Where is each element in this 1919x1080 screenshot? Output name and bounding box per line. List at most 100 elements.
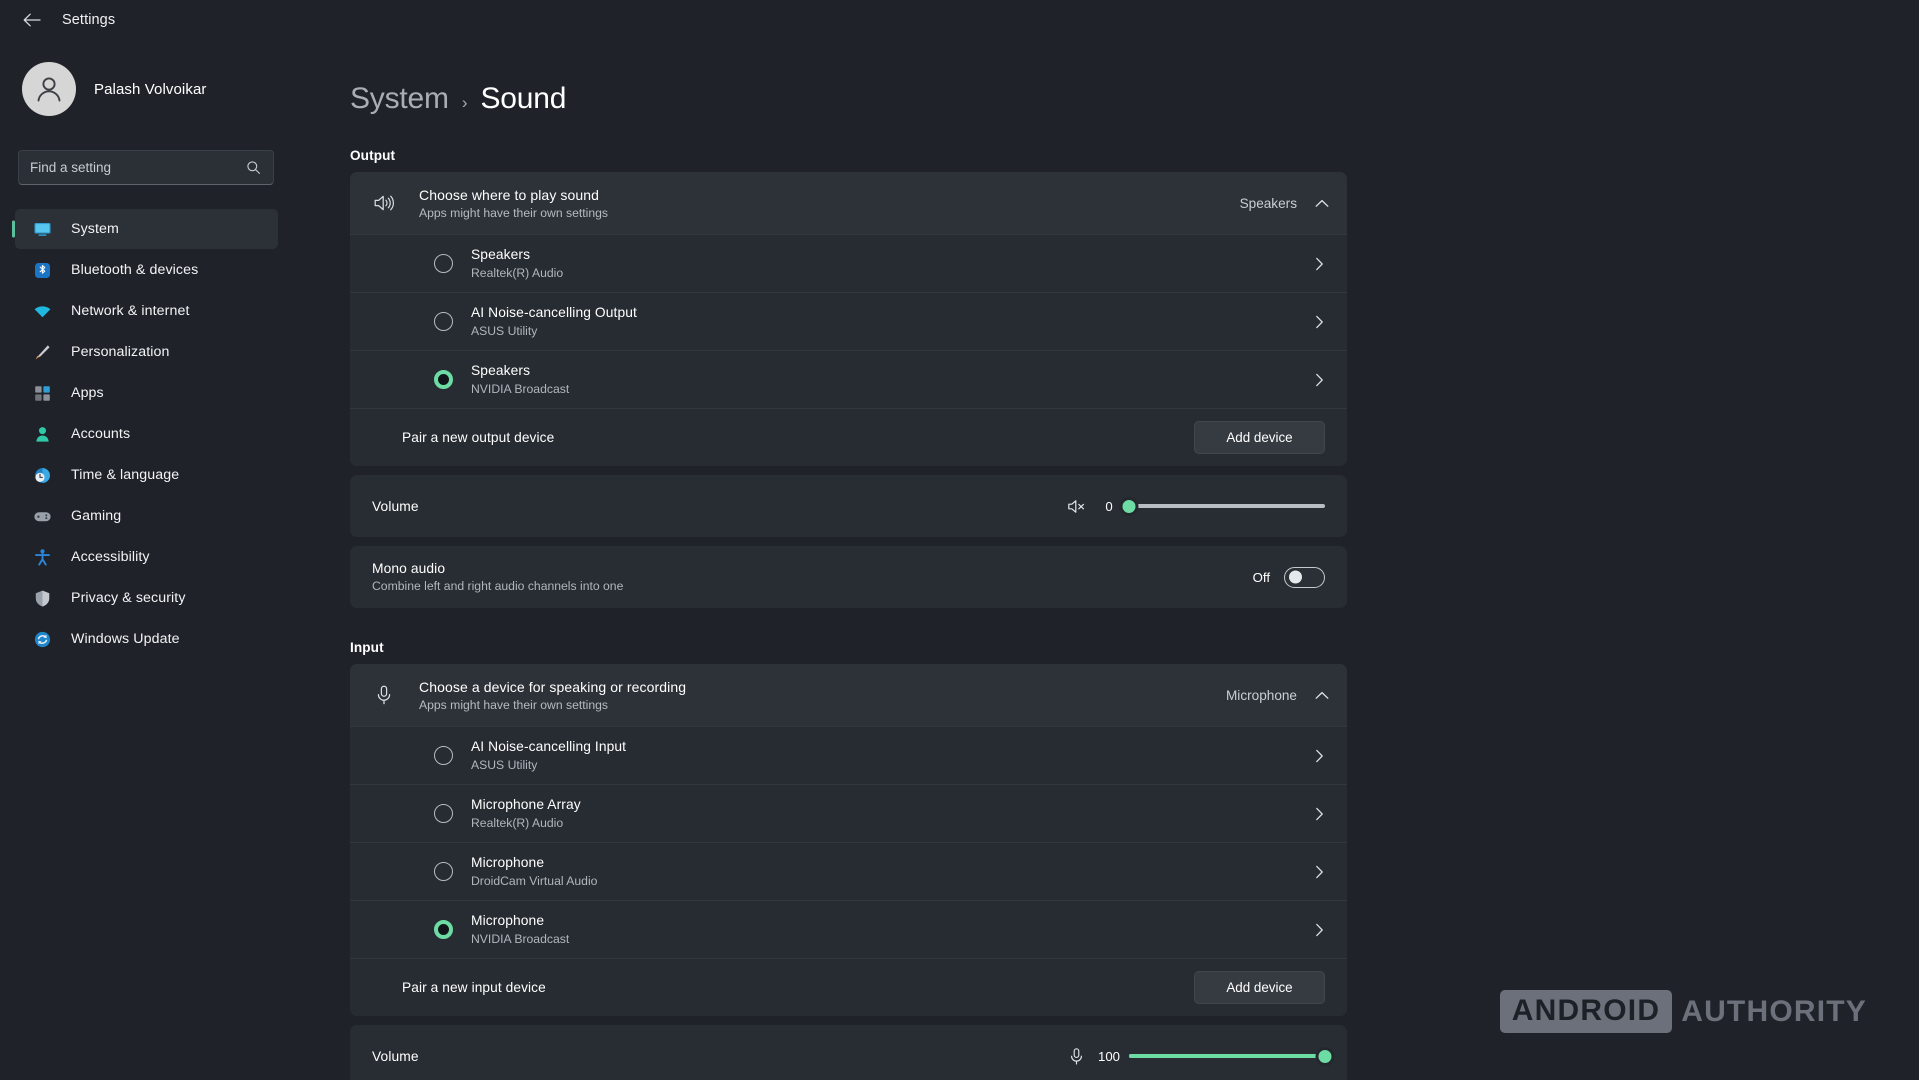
sidebar-item-label: Privacy & security: [71, 590, 186, 606]
pair-input-device-row: Pair a new input device Add device: [350, 958, 1347, 1016]
profile-name: Palash Volvoikar: [94, 81, 207, 98]
device-name: AI Noise-cancelling Input: [471, 738, 1309, 755]
slider-fill: [1129, 1054, 1325, 1058]
update-refresh-icon: [32, 629, 52, 649]
output-choose-subtitle: Apps might have their own settings: [419, 205, 1240, 221]
output-choose-title: Choose where to play sound: [419, 186, 1240, 204]
output-choose-row[interactable]: Choose where to play sound Apps might ha…: [350, 172, 1347, 234]
sidebar-item-label: Network & internet: [71, 303, 190, 319]
radio-unselected-icon[interactable]: [434, 804, 453, 823]
radio-selected-icon[interactable]: [434, 920, 453, 939]
output-volume-slider[interactable]: [1129, 495, 1325, 517]
gamepad-icon: [32, 506, 52, 526]
device-sub: DroidCam Virtual Audio: [471, 873, 1309, 889]
toggle-knob: [1289, 571, 1302, 584]
radio-unselected-icon[interactable]: [434, 254, 453, 273]
table-row[interactable]: AI Noise-cancelling Output ASUS Utility: [350, 292, 1347, 350]
search-input[interactable]: [30, 160, 246, 175]
sidebar-nav: System Bluetooth & devices: [0, 209, 294, 659]
title-bar: Settings: [0, 0, 1919, 40]
chevron-right-icon[interactable]: [1309, 923, 1329, 937]
output-selected-value: Speakers: [1240, 196, 1297, 211]
apps-grid-icon: [32, 383, 52, 403]
slider-thumb[interactable]: [1120, 497, 1139, 516]
monitor-icon: [32, 219, 52, 239]
shield-icon: [32, 588, 52, 608]
sidebar-item-privacy-security[interactable]: Privacy & security: [15, 578, 278, 618]
settings-window: Settings Palash Volvoikar: [0, 0, 1919, 1080]
account-person-icon: [32, 424, 52, 444]
sidebar-item-personalization[interactable]: Personalization: [15, 332, 278, 372]
sidebar-item-network-internet[interactable]: Network & internet: [15, 291, 278, 331]
chevron-up-icon[interactable]: [1315, 691, 1329, 700]
mono-audio-card: Mono audio Combine left and right audio …: [350, 546, 1347, 608]
sidebar-item-gaming[interactable]: Gaming: [15, 496, 278, 536]
table-row[interactable]: Speakers Realtek(R) Audio: [350, 234, 1347, 292]
mono-audio-subtitle: Combine left and right audio channels in…: [372, 579, 1253, 593]
table-row[interactable]: Speakers NVIDIA Broadcast: [350, 350, 1347, 408]
bluetooth-icon: [32, 260, 52, 280]
input-choose-title: Choose a device for speaking or recordin…: [419, 678, 1226, 696]
radio-selected-icon[interactable]: [434, 370, 453, 389]
chevron-right-icon[interactable]: [1309, 865, 1329, 879]
microphone-icon: [372, 683, 396, 707]
chevron-right-icon[interactable]: [1309, 807, 1329, 821]
sidebar-item-label: Apps: [71, 385, 104, 401]
sidebar-item-time-language[interactable]: Time & language: [15, 455, 278, 495]
add-input-device-button[interactable]: Add device: [1194, 971, 1325, 1004]
sidebar-item-system[interactable]: System: [15, 209, 278, 249]
chevron-right-icon[interactable]: [1309, 373, 1329, 387]
sidebar-item-windows-update[interactable]: Windows Update: [15, 619, 278, 659]
radio-unselected-icon[interactable]: [434, 746, 453, 765]
device-sub: Realtek(R) Audio: [471, 815, 1309, 831]
chevron-right-icon[interactable]: [1309, 257, 1329, 271]
pair-output-device-row: Pair a new output device Add device: [350, 408, 1347, 466]
page-title: Sound: [481, 82, 567, 116]
search-box[interactable]: [18, 150, 274, 185]
speaker-muted-icon[interactable]: [1065, 498, 1087, 515]
microphone-icon[interactable]: [1065, 1047, 1087, 1066]
back-button[interactable]: [14, 5, 50, 35]
table-row[interactable]: AI Noise-cancelling Input ASUS Utility: [350, 726, 1347, 784]
sidebar-item-label: Accessibility: [71, 549, 150, 565]
chevron-right-icon[interactable]: [1309, 315, 1329, 329]
device-name: AI Noise-cancelling Output: [471, 304, 1309, 321]
mono-audio-toggle[interactable]: [1284, 567, 1325, 588]
table-row[interactable]: Microphone DroidCam Virtual Audio: [350, 842, 1347, 900]
main-content: System › Sound Output: [294, 40, 1919, 1080]
back-arrow-icon: [23, 13, 41, 27]
breadcrumb-parent[interactable]: System: [350, 82, 449, 116]
table-row[interactable]: Microphone Array Realtek(R) Audio: [350, 784, 1347, 842]
sidebar-item-label: Windows Update: [71, 631, 180, 647]
sidebar: Palash Volvoikar: [0, 40, 294, 1080]
sidebar-item-bluetooth-devices[interactable]: Bluetooth & devices: [15, 250, 278, 290]
sidebar-item-apps[interactable]: Apps: [15, 373, 278, 413]
add-output-device-button[interactable]: Add device: [1194, 421, 1325, 454]
mono-audio-state: Off: [1253, 570, 1270, 585]
profile-block[interactable]: Palash Volvoikar: [0, 50, 294, 128]
radio-unselected-icon[interactable]: [434, 312, 453, 331]
speaker-volume-icon: [372, 191, 396, 215]
device-sub: Realtek(R) Audio: [471, 265, 1309, 281]
sidebar-item-label: Gaming: [71, 508, 121, 524]
output-volume-label: Volume: [372, 499, 1065, 514]
input-volume-slider[interactable]: [1129, 1045, 1325, 1067]
chevron-right-icon[interactable]: [1309, 749, 1329, 763]
avatar: [22, 62, 76, 116]
device-sub: NVIDIA Broadcast: [471, 381, 1309, 397]
sidebar-item-label: Time & language: [71, 467, 179, 483]
output-volume-card: Volume 0: [350, 475, 1347, 537]
sidebar-item-accounts[interactable]: Accounts: [15, 414, 278, 454]
device-name: Microphone: [471, 912, 1309, 929]
person-avatar-icon: [31, 71, 67, 107]
radio-unselected-icon[interactable]: [434, 862, 453, 881]
output-device-card: Choose where to play sound Apps might ha…: [350, 172, 1347, 466]
input-choose-row[interactable]: Choose a device for speaking or recordin…: [350, 664, 1347, 726]
wifi-icon: [32, 301, 52, 321]
slider-thumb[interactable]: [1316, 1047, 1335, 1066]
sidebar-item-accessibility[interactable]: Accessibility: [15, 537, 278, 577]
chevron-up-icon[interactable]: [1315, 199, 1329, 208]
sidebar-item-label: Accounts: [71, 426, 130, 442]
input-volume-card: Volume 100: [350, 1025, 1347, 1080]
table-row[interactable]: Microphone NVIDIA Broadcast: [350, 900, 1347, 958]
